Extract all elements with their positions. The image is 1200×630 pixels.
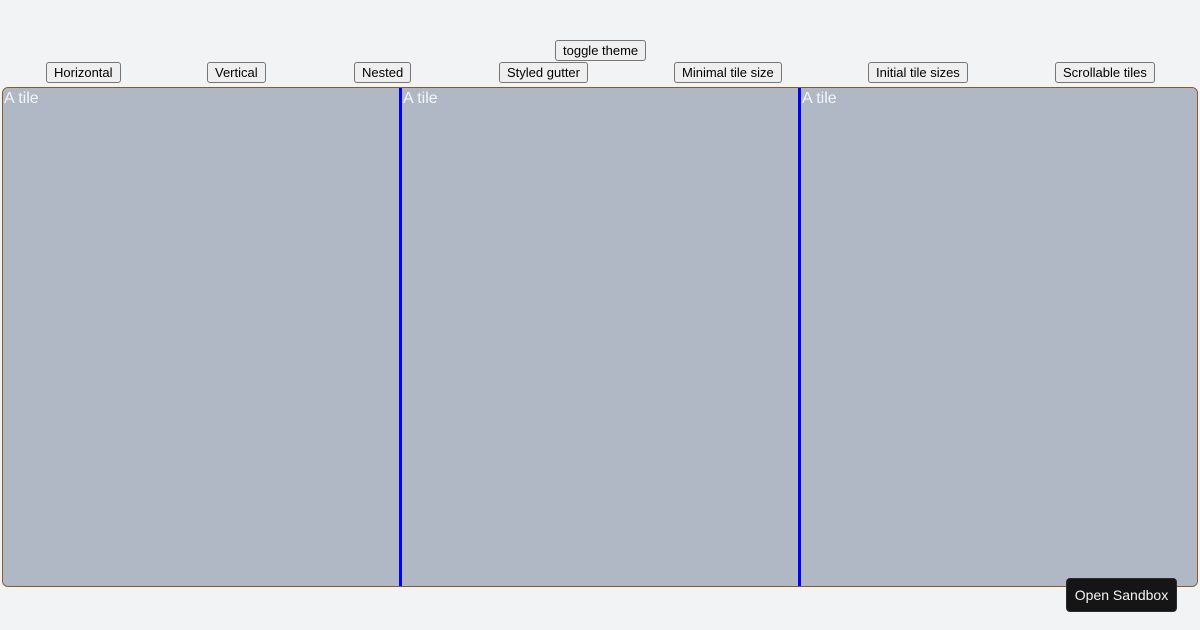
minimal-tile-size-example-button[interactable]: Minimal tile size xyxy=(674,62,782,83)
open-sandbox-button[interactable]: Open Sandbox xyxy=(1066,578,1177,612)
tile: A tile xyxy=(402,88,798,586)
tile: A tile xyxy=(801,88,1197,586)
scrollable-tiles-example-button[interactable]: Scrollable tiles xyxy=(1055,62,1155,83)
horizontal-example-button[interactable]: Horizontal xyxy=(46,62,121,83)
nested-example-button[interactable]: Nested xyxy=(354,62,412,83)
tile-label: A tile xyxy=(4,90,39,107)
tile-label: A tile xyxy=(403,90,438,107)
styled-gutter-example-button[interactable]: Styled gutter xyxy=(499,62,588,83)
tile-label: A tile xyxy=(802,90,837,107)
vertical-example-button[interactable]: Vertical xyxy=(207,62,266,83)
toggle-theme-button[interactable]: toggle theme xyxy=(555,40,647,61)
tiles-container: A tile A tile A tile xyxy=(2,87,1198,587)
initial-tile-sizes-example-button[interactable]: Initial tile sizes xyxy=(868,62,968,83)
tile: A tile xyxy=(3,88,399,586)
